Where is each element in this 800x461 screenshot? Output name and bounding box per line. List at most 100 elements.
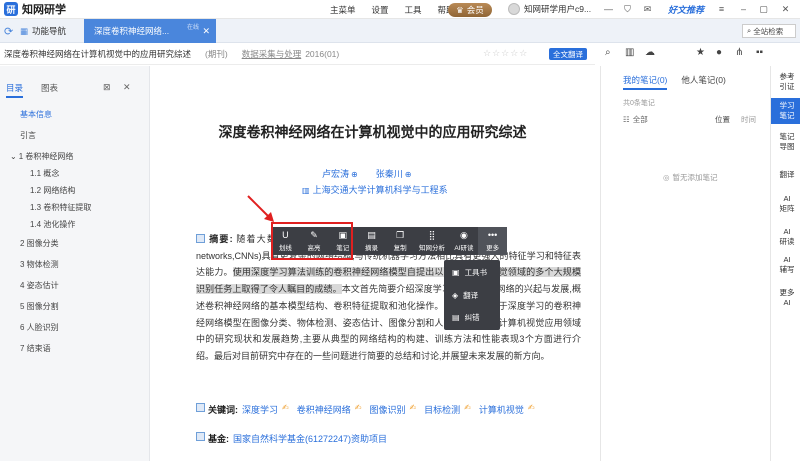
author-link[interactable]: 卢宏涛 ⊕ xyxy=(322,167,358,180)
rail-label: AI 矩阵 xyxy=(779,194,795,213)
tab-function-nav[interactable]: ▦ 功能导航 xyxy=(0,19,80,43)
book-icon[interactable]: ▥ xyxy=(625,47,634,58)
rail-mindmap[interactable]: 笔记 导图 xyxy=(771,132,800,152)
search-icon[interactable]: ⌕ xyxy=(605,47,611,58)
edit-icon: ✍ xyxy=(527,403,535,412)
edit-icon: ✍ xyxy=(409,403,417,412)
toc-item[interactable]: 1.2 网络结构 xyxy=(30,185,75,196)
button-label: AI研读 xyxy=(454,245,474,252)
more-icon[interactable]: ▪▪ xyxy=(756,47,763,58)
more-button[interactable]: ••• 更多 xyxy=(478,227,507,255)
menu-item-translate[interactable]: ◈ 翻译 xyxy=(452,290,478,301)
tab-my-notes[interactable]: 我的笔记(0) xyxy=(623,74,668,90)
cloud-icon[interactable]: ☁ xyxy=(645,47,655,58)
keyword-link[interactable]: 深度学习 xyxy=(242,403,278,416)
document-body: 深度卷积神经网络在计算机视觉中的应用研究综述 卢宏涛 ⊕ 张秦川 ⊕ ▥ 上海交通大学… xyxy=(150,66,595,461)
gift-icon[interactable]: ✉ xyxy=(642,4,653,15)
rail-ai-write[interactable]: AI 辅写 xyxy=(771,255,800,275)
tab-online-tag: 在线 xyxy=(187,25,200,31)
rail-ai-matrix[interactable]: AI 矩阵 xyxy=(771,194,800,214)
toc-item[interactable]: ⌄ 1 卷积神经网络 xyxy=(10,151,73,162)
vip-label: 会员 xyxy=(466,5,484,15)
site-search-button[interactable]: ⌕ 全站检索 xyxy=(742,24,796,38)
maximize-icon[interactable]: ▢ xyxy=(758,4,769,15)
fund-link[interactable]: 国家自然科学基金(61272247)资助项目 xyxy=(233,432,387,445)
toc-item[interactable]: 6 人脸识别 xyxy=(20,322,59,333)
app-logo[interactable]: 研 知网研学 xyxy=(4,1,66,17)
journal-link[interactable]: 数据采集与处理 xyxy=(242,48,302,60)
toc-item[interactable]: 7 结束语 xyxy=(20,343,51,354)
nav-main-menu[interactable]: 主菜单 xyxy=(330,4,356,16)
toc-item[interactable]: 5 图像分割 xyxy=(20,301,59,312)
copy-button[interactable]: ❐ 复制 xyxy=(386,227,415,255)
close-icon[interactable]: ✕ xyxy=(780,4,791,15)
tab-others-notes[interactable]: 他人笔记(0) xyxy=(681,74,725,90)
author-link[interactable]: 张秦川 ⊕ xyxy=(376,167,412,180)
vip-button[interactable]: ♛ 会员 xyxy=(448,3,492,17)
translate-icon: ◈ xyxy=(452,291,459,300)
promo-link[interactable]: 好文推荐 xyxy=(668,3,704,16)
ai-read-button[interactable]: ◉ AI研读 xyxy=(450,227,479,255)
tab-current-document[interactable]: 深度卷积神经网络... 在线 ✕ xyxy=(84,19,216,43)
keyword-link[interactable]: 卷积神经网络 xyxy=(297,403,351,416)
rail-label: 笔记 导图 xyxy=(779,132,795,151)
toc-item[interactable]: 引言 xyxy=(20,130,36,141)
tab-close-icon[interactable]: ✕ xyxy=(202,26,210,37)
building-icon: ▥ xyxy=(302,186,310,195)
collapse-all-icon[interactable]: ⊠ xyxy=(103,82,111,93)
info-icon: ◎ xyxy=(663,173,670,182)
toc-item[interactable]: 2 图像分类 xyxy=(20,238,59,249)
window-minimize-icon[interactable]: – xyxy=(738,4,749,15)
button-label: 复制 xyxy=(393,245,407,252)
tab-toc[interactable]: 目录 xyxy=(6,82,24,98)
keyword-link[interactable]: 图像识别 xyxy=(369,403,405,416)
bookmark-icon[interactable]: ● xyxy=(716,47,722,58)
minimize-icon[interactable]: — xyxy=(603,4,614,15)
toc-item[interactable]: 4 姿态估计 xyxy=(20,280,59,291)
nav-tools[interactable]: 工具 xyxy=(405,4,422,16)
favorite-icon[interactable]: ★ xyxy=(696,47,705,58)
toc-item[interactable]: 1.4 池化操作 xyxy=(30,219,75,230)
keyword-link[interactable]: 计算机视觉 xyxy=(479,403,524,416)
notes-panel: 我的笔记(0) 他人笔记(0) 共0条笔记 ☷ 全部 位置 时间 ◎ 暂无添加笔记 xyxy=(600,66,770,461)
cnki-analysis-button[interactable]: ⣿ 知网分析 xyxy=(415,227,450,255)
menu-item-report-error[interactable]: ▤ 纠错 xyxy=(452,312,480,323)
tab-figures[interactable]: 图表 xyxy=(41,82,58,98)
rating-stars[interactable]: ☆☆☆☆☆ xyxy=(483,48,528,59)
rail-ai-read[interactable]: AI 研读 xyxy=(771,227,800,247)
rail-study-notes[interactable]: 学习 笔记 xyxy=(771,98,800,124)
doc-type: (期刊) xyxy=(205,48,228,59)
rail-more-ai[interactable]: 更多 AI xyxy=(771,288,800,308)
rail-label: 学习 笔记 xyxy=(779,101,795,120)
share-icon[interactable]: ⋔ xyxy=(735,47,743,58)
sort-by-position[interactable]: 位置 xyxy=(715,114,730,125)
menu-item-label: 工具书 xyxy=(464,268,488,277)
user-menu[interactable]: 知网研学用户c9... xyxy=(508,3,591,15)
rail-citations[interactable]: 参考 引证 xyxy=(771,72,800,92)
sort-by-time[interactable]: 时间 xyxy=(741,114,756,125)
paper-title: 深度卷积神经网络在计算机视觉中的应用研究综述 xyxy=(218,124,527,140)
menu-icon[interactable]: ≡ xyxy=(716,4,727,15)
excerpt-button[interactable]: ▤ 摘录 xyxy=(357,227,386,255)
rail-translate[interactable]: 翻译 xyxy=(771,170,800,180)
affiliation-link[interactable]: ▥ 上海交通大学计算机科学与工程系 xyxy=(302,183,448,196)
logo-icon: 研 xyxy=(4,2,18,16)
notes-filter[interactable]: ☷ 全部 xyxy=(623,114,648,125)
eye-icon: ◉ xyxy=(459,230,468,240)
nav-settings[interactable]: 设置 xyxy=(372,4,389,16)
toc-item[interactable]: 1.3 卷积特征提取 xyxy=(30,202,91,213)
menu-item-reference-book[interactable]: ▣ 工具书 xyxy=(452,267,487,278)
shield-icon[interactable]: ⛉ xyxy=(622,4,633,15)
search-icon: ⌕ xyxy=(747,26,752,35)
toc-item[interactable]: 1.1 概念 xyxy=(30,168,59,179)
button-label: 更多 xyxy=(486,245,500,252)
toc-item[interactable]: 基本信息 xyxy=(20,109,52,120)
user-name: 知网研学用户c9... xyxy=(524,4,592,14)
toc-item[interactable]: 3 物体检测 xyxy=(20,259,59,270)
keyword-link[interactable]: 目标检测 xyxy=(424,403,460,416)
full-translate-button[interactable]: 全文翻译 xyxy=(549,48,587,60)
doc-year: 2016(01) xyxy=(305,48,340,59)
toc-close-icon[interactable]: ✕ xyxy=(123,82,131,93)
author-list: 卢宏涛 ⊕ 张秦川 ⊕ xyxy=(322,167,429,180)
affiliation-name: 上海交通大学计算机科学与工程系 xyxy=(312,185,448,195)
